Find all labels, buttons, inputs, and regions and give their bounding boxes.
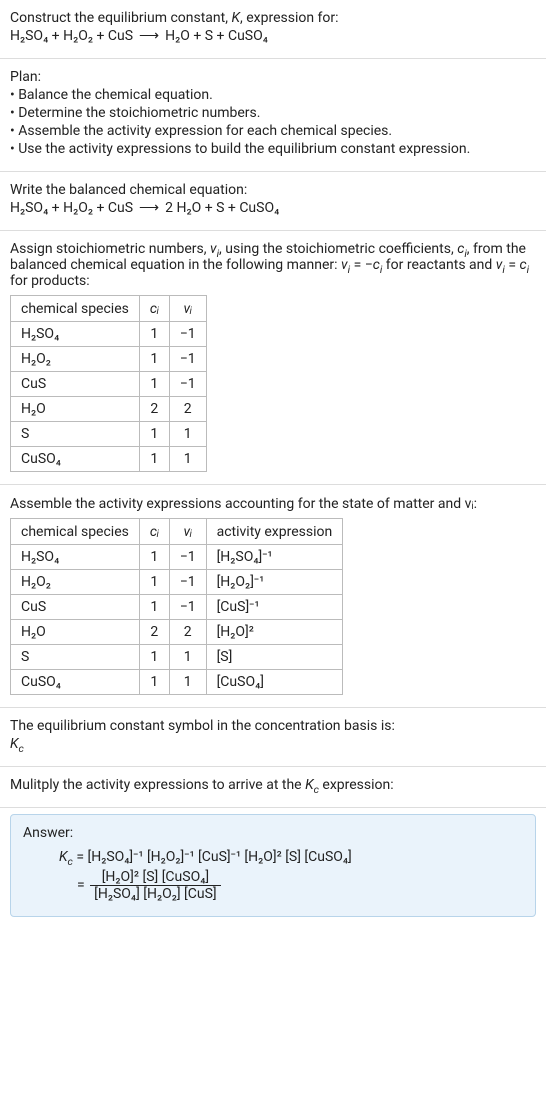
balanced-heading: Write the balanced chemical equation: <box>10 182 536 198</box>
product-s: S <box>205 28 213 44</box>
col-nui: νᵢ <box>169 296 206 322</box>
col-species: chemical species <box>11 519 140 545</box>
product-cuso4: CuSO₄ <box>228 28 268 44</box>
answer-label: Answer: <box>23 825 523 841</box>
table-row: H₂SO₄1−1 <box>11 322 207 347</box>
fraction-denominator: [H₂SO₄] [H₂O₂] [CuS] <box>90 885 220 902</box>
plan-item: • Balance the chemical equation. <box>10 87 536 103</box>
assemble-heading: Assemble the activity expressions accoun… <box>10 495 536 512</box>
answer-line-2: = [H₂O]² [S] [CuSO₄] [H₂SO₄] [H₂O₂] [CuS… <box>23 869 523 902</box>
answer-box: Answer: Kc = [H₂SO₄]⁻¹ [H₂O₂]⁻¹ [CuS]⁻¹ … <box>10 814 536 917</box>
balanced-section: Write the balanced chemical equation: H₂… <box>0 172 546 231</box>
col-species: chemical species <box>11 296 140 322</box>
plan-item: • Determine the stoichiometric numbers. <box>10 105 536 121</box>
table-row: S11[S] <box>11 645 343 670</box>
activity-table: chemical species cᵢ νᵢ activity expressi… <box>10 518 343 695</box>
table-row: CuS1−1[CuS]⁻¹ <box>11 595 343 620</box>
multiply-section: Mulitply the activity expressions to arr… <box>0 767 546 808</box>
title-k: K <box>231 10 240 26</box>
assign-section: Assign stoichiometric numbers, νi, using… <box>0 231 546 485</box>
answer-product: [H₂SO₄]⁻¹ [H₂O₂]⁻¹ [CuS]⁻¹ [H₂O]² [S] [C… <box>88 849 352 865</box>
table-row: S11 <box>11 422 207 447</box>
plan-item: • Assemble the activity expression for e… <box>10 123 536 139</box>
symbol-text: The equilibrium constant symbol in the c… <box>10 718 536 734</box>
assign-text: Assign stoichiometric numbers, νi, using… <box>10 241 536 289</box>
title-suffix: , expression for: <box>240 10 339 26</box>
symbol-kc: Kc <box>10 736 536 752</box>
table-row: CuSO₄11 <box>11 447 207 472</box>
reactant-h2o2: H₂O₂ <box>63 28 93 44</box>
fraction-numerator: [H₂O]² [S] [CuSO₄] <box>90 869 220 885</box>
reactant-cus: CuS <box>108 28 133 44</box>
heading-section: Construct the equilibrium constant, K, e… <box>0 0 546 59</box>
table-header-row: chemical species cᵢ νᵢ activity expressi… <box>11 519 343 545</box>
col-ci: cᵢ <box>139 296 169 322</box>
coeff-2: 2 <box>165 200 176 216</box>
answer-line-1: Kc = [H₂SO₄]⁻¹ [H₂O₂]⁻¹ [CuS]⁻¹ [H₂O]² [… <box>23 849 523 865</box>
plan-item: • Use the activity expressions to build … <box>10 141 536 157</box>
col-ci: cᵢ <box>139 519 169 545</box>
assemble-section: Assemble the activity expressions accoun… <box>0 485 546 708</box>
table-row: H₂O₂1−1 <box>11 347 207 372</box>
reaction-arrow: ⟶ <box>133 28 165 44</box>
table-row: CuS1−1 <box>11 372 207 397</box>
plan-section: Plan: • Balance the chemical equation. •… <box>0 59 546 172</box>
table-row: CuSO₄11[CuSO₄] <box>11 670 343 695</box>
table-header-row: chemical species cᵢ νᵢ <box>11 296 207 322</box>
title-prefix: Construct the equilibrium constant, <box>10 10 231 26</box>
stoich-table: chemical species cᵢ νᵢ H₂SO₄1−1 H₂O₂1−1 … <box>10 295 207 472</box>
table-row: H₂O22[H₂O]² <box>11 620 343 645</box>
page-title: Construct the equilibrium constant, K, e… <box>10 10 536 26</box>
unbalanced-equation: H₂SO₄ + H₂O₂ + CuS⟶H₂O + S + CuSO₄ <box>10 28 536 44</box>
plan-heading: Plan: <box>10 69 536 85</box>
table-row: H₂O₂1−1[H₂O₂]⁻¹ <box>11 570 343 595</box>
product-h2o: H₂O <box>165 28 190 44</box>
col-activity: activity expression <box>206 519 343 545</box>
reactant-h2so4: H₂SO₄ <box>10 28 48 44</box>
multiply-text: Mulitply the activity expressions to arr… <box>10 777 536 793</box>
answer-fraction: [H₂O]² [S] [CuSO₄] [H₂SO₄] [H₂O₂] [CuS] <box>90 869 220 902</box>
table-row: H₂SO₄1−1[H₂SO₄]⁻¹ <box>11 545 343 570</box>
table-row: H₂O22 <box>11 397 207 422</box>
col-nui: νᵢ <box>169 519 206 545</box>
balanced-equation: H₂SO₄ + H₂O₂ + CuS⟶2 H₂O + S + CuSO₄ <box>10 200 536 216</box>
symbol-section: The equilibrium constant symbol in the c… <box>0 708 546 767</box>
